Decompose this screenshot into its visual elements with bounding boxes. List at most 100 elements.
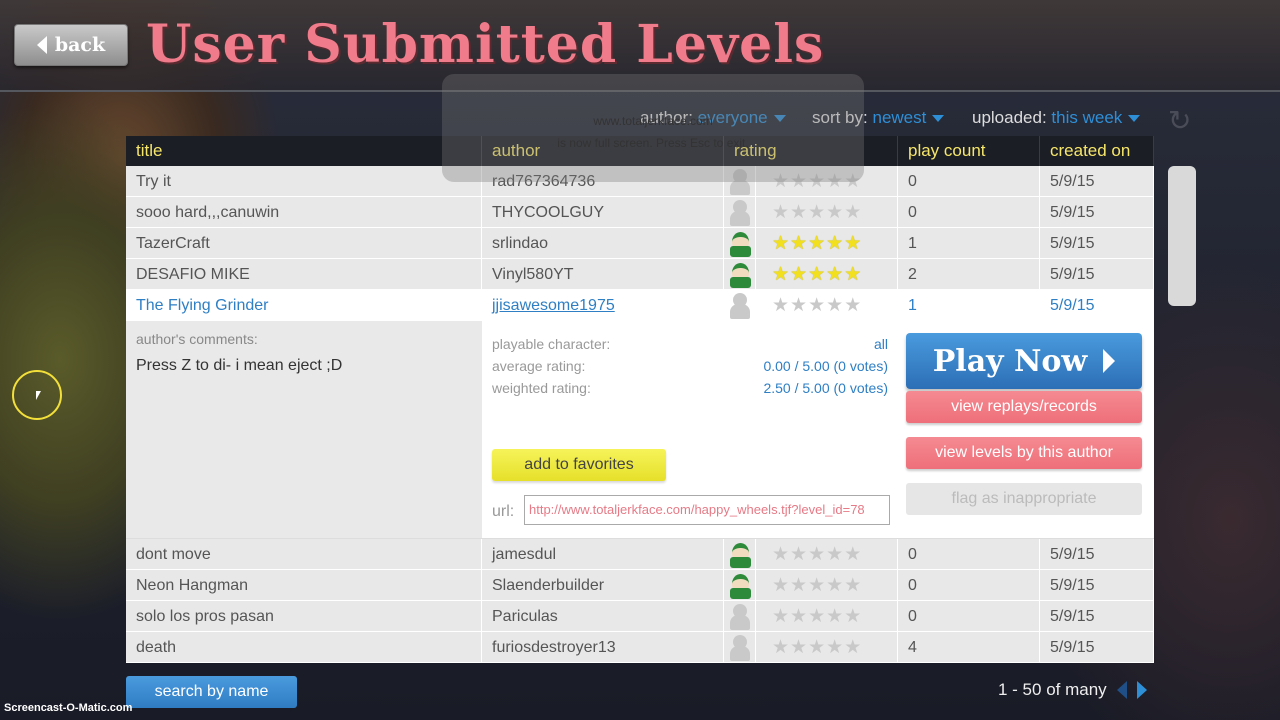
star-icon: ★ <box>772 232 790 254</box>
created-date: 5/9/15 <box>1040 289 1154 321</box>
play-count: 1 <box>898 227 1040 259</box>
playable-value: all <box>873 336 888 352</box>
pagination: 1 - 50 of many <box>998 680 1147 700</box>
level-author: srlindao <box>482 227 724 259</box>
default-avatar-icon <box>727 602 753 630</box>
star-icon: ★ <box>772 636 790 658</box>
mouse-cursor-icon <box>36 391 41 400</box>
flag-inappropriate-button[interactable]: flag as inappropriate <box>906 483 1142 515</box>
star-icon: ★ <box>844 232 862 254</box>
fullscreen-notice-site: www.totaljerkface.com <box>593 114 713 128</box>
level-title: death <box>126 631 482 663</box>
created-date: 5/9/15 <box>1040 258 1154 290</box>
created-date: 5/9/15 <box>1040 538 1154 570</box>
weighted-rating-label: weighted rating: <box>492 380 591 396</box>
level-title: dont move <box>126 538 482 570</box>
author-name: jjisawesome1975 <box>492 296 615 314</box>
average-rating-value: 0.00 / 5.00 (0 votes) <box>763 358 888 374</box>
star-icon: ★ <box>790 294 808 316</box>
search-by-name-button[interactable]: search by name <box>126 676 297 708</box>
star-icon: ★ <box>808 605 826 627</box>
add-to-favorites-button[interactable]: add to favorites <box>492 449 666 481</box>
created-date: 5/9/15 <box>1040 227 1154 259</box>
back-arrow-icon <box>36 36 47 54</box>
level-author: Vinyl580YT <box>482 258 724 290</box>
table-row[interactable]: TazerCraft srlindao ★ ★ ★ ★ ★ 1 5/9/15 <box>126 227 1154 259</box>
column-title[interactable]: title <box>126 136 482 166</box>
star-rating: ★ ★ ★ ★ ★ <box>756 289 898 321</box>
level-author: Pariculas <box>482 600 724 632</box>
uploaded-filter[interactable]: uploaded: this week <box>972 108 1141 128</box>
table-row[interactable]: The Flying Grinder jjisawesome1975 ★ ★ ★ ★ ★ 1 5… <box>126 289 1154 321</box>
star-icon: ★ <box>772 543 790 565</box>
star-icon: ★ <box>772 263 790 285</box>
next-page-icon[interactable] <box>1136 681 1147 699</box>
table-row[interactable]: solo los pros pasan Pariculas ★ ★ ★ ★ ★ 0 5/9/15 <box>126 600 1154 632</box>
star-icon: ★ <box>772 574 790 596</box>
chevron-down-icon <box>932 115 945 123</box>
play-now-button[interactable]: Play Now <box>906 333 1142 389</box>
author-name: Vinyl580YT <box>492 265 574 283</box>
scrollbar-thumb[interactable] <box>1168 166 1196 306</box>
rows-top: Try it rad767364736 ★ ★ ★ ★ ★ 0 5/9/15 sooo hard,… <box>126 165 1154 321</box>
level-url-field[interactable]: http://www.totaljerkface.com/happy_wheel… <box>524 495 890 525</box>
author-comment: Press Z to di- i mean eject ;D <box>136 357 343 374</box>
default-avatar-icon <box>727 291 753 319</box>
star-icon: ★ <box>826 543 844 565</box>
play-arrow-icon <box>1103 349 1116 373</box>
table-row[interactable]: DESAFIO MIKE Vinyl580YT ★ ★ ★ ★ ★ 2 5/9/15 <box>126 258 1154 290</box>
star-icon: ★ <box>844 294 862 316</box>
column-play-count[interactable]: play count <box>898 136 1040 166</box>
play-count: 0 <box>898 569 1040 601</box>
star-icon: ★ <box>808 636 826 658</box>
watermark: Screencast-O-Matic.com <box>4 702 133 714</box>
star-icon: ★ <box>790 201 808 223</box>
level-author: THYCOOLGUY <box>482 196 724 228</box>
star-icon: ★ <box>790 636 808 658</box>
author-name: jamesdul <box>492 545 557 563</box>
view-levels-by-author-button[interactable]: view levels by this author <box>906 437 1142 469</box>
star-rating: ★ ★ ★ ★ ★ <box>756 631 898 663</box>
column-created-on[interactable]: created on <box>1040 136 1154 166</box>
character-avatar-icon <box>727 571 753 599</box>
created-date: 5/9/15 <box>1040 600 1154 632</box>
table-row[interactable]: dont move jamesdul ★ ★ ★ ★ ★ 0 5/9/15 <box>126 538 1154 570</box>
table-scrollbar[interactable] <box>1168 166 1196 666</box>
level-title: solo los pros pasan <box>126 600 482 632</box>
table-row[interactable]: sooo hard,,,canuwin THYCOOLGUY ★ ★ ★ ★ ★ 0 5/9/1… <box>126 196 1154 228</box>
star-icon: ★ <box>826 574 844 596</box>
star-icon: ★ <box>790 263 808 285</box>
star-icon: ★ <box>808 232 826 254</box>
star-rating: ★ ★ ★ ★ ★ <box>756 196 898 228</box>
created-date: 5/9/15 <box>1040 165 1154 197</box>
pager-text: 1 - 50 of many <box>998 680 1107 699</box>
star-icon: ★ <box>844 263 862 285</box>
star-icon: ★ <box>790 574 808 596</box>
comments-label: author's comments: <box>136 331 258 347</box>
author-name: furiosdestroyer13 <box>492 638 616 656</box>
refresh-icon[interactable]: ↻ <box>1168 104 1191 137</box>
level-title: Try it <box>126 165 482 197</box>
star-rating: ★ ★ ★ ★ ★ <box>756 600 898 632</box>
table-row[interactable]: Neon Hangman Slaenderbuilder ★ ★ ★ ★ ★ 0 5/9/15 <box>126 569 1154 601</box>
star-rating: ★ ★ ★ ★ ★ <box>756 569 898 601</box>
star-icon: ★ <box>844 605 862 627</box>
created-date: 5/9/15 <box>1040 569 1154 601</box>
avatar-cell <box>724 227 756 259</box>
author-name: Slaenderbuilder <box>492 576 605 594</box>
sort-filter-value: newest <box>872 108 927 127</box>
level-title: TazerCraft <box>126 227 482 259</box>
fullscreen-notice: www.totaljerkface.com is now full screen… <box>442 74 864 182</box>
average-rating-row: average rating: 0.00 / 5.00 (0 votes) <box>492 355 888 377</box>
star-rating: ★ ★ ★ ★ ★ <box>756 538 898 570</box>
table-row[interactable]: death furiosdestroyer13 ★ ★ ★ ★ ★ 4 5/9/15 <box>126 631 1154 663</box>
view-replays-button[interactable]: view replays/records <box>906 391 1142 423</box>
back-button[interactable]: back <box>14 24 128 66</box>
comments-section: author's comments: Press Z to di- i mean… <box>126 321 482 538</box>
star-icon: ★ <box>826 263 844 285</box>
level-author[interactable]: jjisawesome1975 <box>482 289 724 321</box>
play-count: 1 <box>898 289 1040 321</box>
previous-page-icon[interactable] <box>1116 681 1127 699</box>
rows-bottom: dont move jamesdul ★ ★ ★ ★ ★ 0 5/9/15 Neon Hangma… <box>126 538 1154 663</box>
avatar-cell <box>724 196 756 228</box>
